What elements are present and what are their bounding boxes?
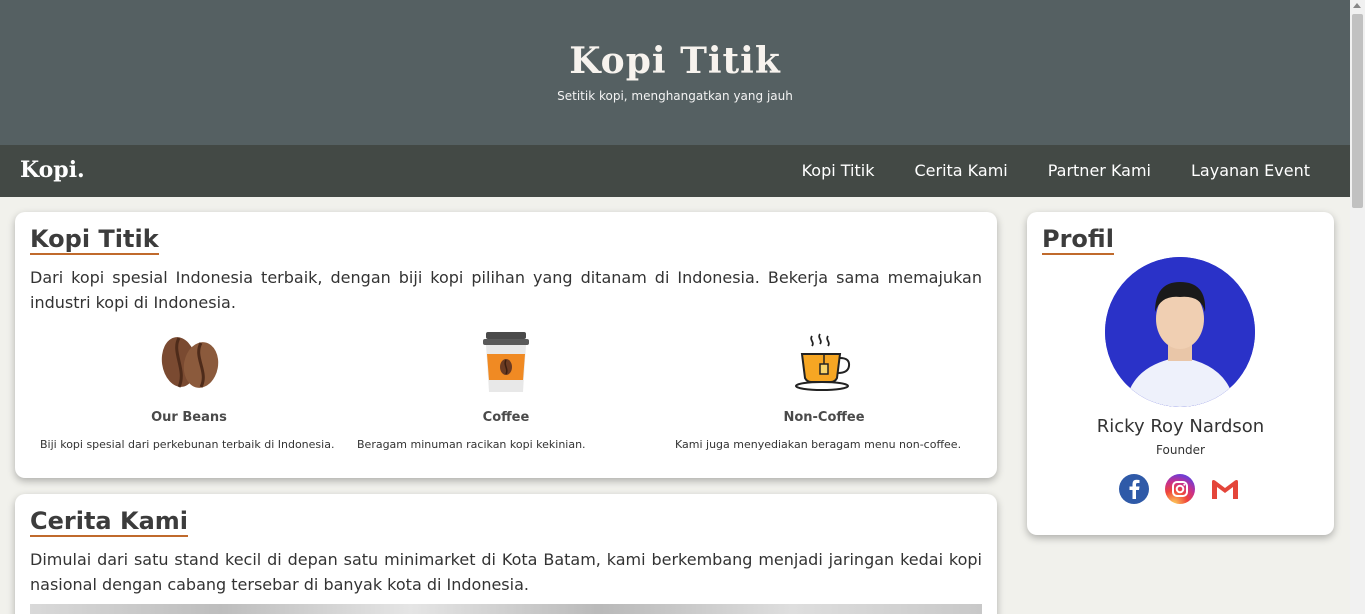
profile-heading: Profil [1042, 225, 1114, 255]
coffee-cup-icon [483, 332, 529, 392]
profile-card: Profil Ricky Roy Nardson Founder [1027, 212, 1334, 535]
page-scrollbar[interactable] [1350, 0, 1365, 614]
feature-non-coffee: Non-Coffee Kami juga menyediakan beragam… [675, 332, 973, 472]
feature-desc: Beragam minuman racikan kopi kekinian. [357, 438, 586, 451]
gmail-icon[interactable] [1209, 473, 1241, 505]
feature-title: Our Beans [151, 410, 227, 425]
feature-title: Non-Coffee [783, 410, 865, 425]
nav-link-layanan-event[interactable]: Layanan Event [1171, 145, 1330, 197]
site-tagline: Setitik kopi, menghangatkan yang jauh [557, 89, 793, 103]
hero-header: Kopi Titik Setitik kopi, menghangatkan y… [0, 0, 1350, 145]
feature-our-beans: Our Beans Biji kopi spesial dari perkebu… [40, 332, 338, 472]
section-heading: Cerita Kami [30, 507, 189, 537]
site-title: Kopi Titik [569, 40, 781, 82]
avatar [1105, 257, 1255, 407]
profile-role: Founder [1156, 443, 1205, 457]
section-heading: Kopi Titik [30, 225, 159, 255]
feature-coffee: Coffee Beragam minuman racikan kopi keki… [357, 332, 655, 472]
scroll-thumb[interactable] [1352, 14, 1363, 208]
nav-links: Kopi Titik Cerita Kami Partner Kami Laya… [782, 145, 1330, 197]
section-text: Dimulai dari satu stand kecil di depan s… [30, 550, 982, 594]
feature-desc: Biji kopi spesial dari perkebunan terbai… [40, 438, 335, 451]
tea-cup-icon [795, 333, 851, 391]
scroll-up-icon[interactable] [1353, 3, 1361, 8]
nav-link-kopi-titik[interactable]: Kopi Titik [782, 145, 895, 197]
section-cerita-kami: Cerita Kami Dimulai dari satu stand keci… [15, 494, 997, 614]
section-text: Dari kopi spesial Indonesia terbaik, den… [30, 268, 982, 312]
nav-link-partner-kami[interactable]: Partner Kami [1028, 145, 1171, 197]
profile-name: Ricky Roy Nardson [1096, 416, 1265, 437]
story-image [30, 604, 982, 614]
navbar: Kopi. Kopi Titik Cerita Kami Partner Kam… [0, 145, 1350, 197]
feature-title: Coffee [482, 410, 530, 425]
nav-logo[interactable]: Kopi. [20, 157, 85, 183]
nav-link-cerita-kami[interactable]: Cerita Kami [894, 145, 1027, 197]
instagram-icon[interactable] [1164, 473, 1196, 505]
section-kopi-titik: Kopi Titik Dari kopi spesial Indonesia t… [15, 212, 997, 478]
feature-desc: Kami juga menyediakan beragam menu non-c… [675, 438, 962, 451]
facebook-icon[interactable] [1118, 473, 1150, 505]
coffee-beans-icon [161, 337, 219, 388]
